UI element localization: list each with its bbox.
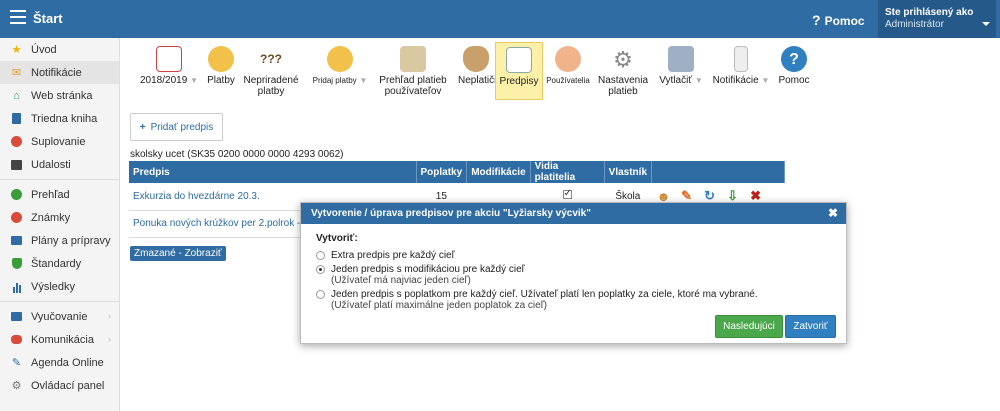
sidebar-item-triedna-kniha[interactable]: Triedna kniha — [0, 107, 119, 130]
help-icon: ? — [781, 46, 807, 72]
user-role: Administrátor — [885, 19, 944, 30]
add-predpis-button[interactable]: + Pridať predpis — [130, 113, 223, 141]
create-predpis-modal: Vytvorenie / úprava predpisov pre akciu … — [300, 202, 847, 344]
sidebar-item-ovladaci-panel[interactable]: ⚙ Ovládací panel — [0, 374, 119, 397]
sidebar-item-web-stranka[interactable]: ⌂ Web stránka — [0, 84, 119, 107]
toolbar-neplatici[interactable]: Neplatiči — [458, 42, 496, 100]
sidebar-item-vyucovanie[interactable]: Vyučovanie › — [0, 305, 119, 328]
plus-icon: + — [139, 121, 146, 133]
briefcase-icon — [10, 234, 23, 247]
dropdown-icon: ▼ — [694, 76, 703, 85]
visible-checkbox[interactable] — [562, 188, 572, 200]
globe-icon — [208, 46, 234, 72]
option-fee[interactable]: Jeden predpis s poplatkom pre každý cieľ… — [316, 289, 846, 311]
toolbar-pomoc[interactable]: ? Pomoc — [776, 42, 812, 100]
gear-icon: ⚙ — [613, 46, 633, 72]
gear-icon: ⚙ — [11, 380, 22, 392]
toolbar-prehlad-platieb[interactable]: Prehľad platieb používateľov — [370, 42, 456, 100]
help-icon: ? — [812, 12, 821, 28]
toolbar-pouzivatelia[interactable]: Používatelia — [546, 42, 590, 100]
dropdown-icon: ▼ — [761, 76, 770, 85]
toolbar-nepriradene-platby[interactable]: ??? Nepriradené platby — [242, 42, 300, 100]
sidebar-item-suplovanie[interactable]: Suplovanie — [0, 130, 119, 153]
person-icon — [10, 135, 23, 148]
toolbar-notifikacie[interactable]: Notifikácie ▼ — [710, 42, 772, 100]
sidebar-item-znamky[interactable]: Známky — [0, 206, 119, 229]
option-extra[interactable]: Extra predpis pre každý cieľ — [316, 250, 846, 261]
sidebar-item-uvod[interactable]: ★ Úvod — [0, 38, 119, 61]
chat-icon — [10, 333, 23, 346]
modal-body: Vytvoriť: Extra predpis pre každý cieľ J… — [301, 224, 846, 311]
modal-header: Vytvorenie / úprava predpisov pre akciu … — [301, 203, 846, 224]
sidebar-item-prehlad[interactable]: Prehľad — [0, 183, 119, 206]
star-icon: ★ — [11, 44, 22, 56]
modal-title: Vytvorenie / úprava predpisov pre akciu … — [311, 208, 591, 219]
toolbar-nastavenia-platieb[interactable]: ⚙ Nastavenia platieb — [596, 42, 650, 100]
sidebar-item-plany[interactable]: Plány a prípravy — [0, 229, 119, 252]
close-icon[interactable]: ✖ — [828, 206, 838, 220]
sidebar-item-komunikacia[interactable]: Komunikácia › — [0, 328, 119, 351]
menu-icon[interactable] — [10, 10, 26, 24]
chevron-right-icon: › — [108, 311, 111, 321]
toolbar-year-select[interactable]: 2018/2019 ▼ — [136, 42, 202, 100]
phone-icon — [734, 46, 748, 72]
radio-button[interactable] — [316, 251, 325, 260]
column-header[interactable]: Predpis — [129, 161, 417, 183]
pencil-icon: ✎ — [11, 357, 22, 369]
chevron-right-icon: › — [108, 334, 111, 344]
shield-check-icon — [10, 257, 23, 270]
sidebar-item-notifikacie[interactable]: ✉ Notifikácie — [0, 61, 119, 84]
table-header-row: Predpis Poplatky Modifikácie Vidia plati… — [129, 161, 786, 183]
top-bar: Štart ? Pomoc Ste prihlásený ako Administ… — [0, 0, 1000, 38]
book-icon — [10, 112, 23, 125]
help-link[interactable]: ? Pomoc — [812, 12, 865, 28]
grade-icon — [10, 211, 23, 224]
column-header[interactable]: Vlastník — [604, 161, 653, 183]
toolbar-platby[interactable]: Platby — [204, 42, 238, 100]
toolbar-predpisy[interactable]: Predpisy — [495, 42, 543, 100]
user-menu[interactable]: Ste prihlásený ako Administrátor — [878, 0, 996, 38]
column-header[interactable]: Vidia platitelia — [530, 161, 605, 183]
sidebar-item-standardy[interactable]: Štandardy — [0, 252, 119, 275]
calendar-icon — [10, 158, 23, 171]
field-label: Vytvoriť: — [316, 233, 358, 244]
radio-button[interactable] — [316, 265, 325, 274]
sidebar-item-udalosti[interactable]: Udalosti — [0, 153, 119, 176]
box-icon — [400, 46, 426, 72]
toolbar: 2018/2019 ▼ Platby ??? Nepriradené platb… — [128, 40, 992, 103]
app-title[interactable]: Štart — [33, 11, 63, 26]
sidebar-item-vysledky[interactable]: Výsledky — [0, 275, 119, 298]
deleted-show-button[interactable]: Zmazané - Zobraziť — [130, 246, 226, 261]
check-circle-icon — [10, 188, 23, 201]
user-label: Ste prihlásený ako — [885, 7, 974, 18]
column-header[interactable]: Modifikácie — [466, 161, 531, 183]
home-icon: ⌂ — [13, 89, 20, 102]
question-coins-icon: ??? — [260, 51, 282, 66]
printer-icon — [668, 46, 694, 72]
next-button[interactable]: Nasledujúci — [715, 315, 783, 338]
calendar-icon — [156, 46, 182, 72]
column-header[interactable]: Poplatky — [416, 161, 468, 183]
radio-button[interactable] — [316, 290, 325, 299]
bar-chart-icon — [10, 280, 23, 293]
option-modification[interactable]: Jeden predpis s modifikáciou pre každý c… — [316, 264, 846, 286]
envelope-icon: ✉ — [11, 67, 22, 79]
sidebar-divider — [0, 179, 119, 180]
column-header-actions — [651, 161, 786, 183]
users-icon — [555, 46, 581, 72]
globe-add-icon — [327, 46, 353, 72]
dropdown-icon: ▼ — [359, 76, 368, 85]
chevron-down-icon — [982, 22, 990, 26]
sidebar: ★ Úvod ✉ Notifikácie ⌂ Web stránka Triedna … — [0, 38, 120, 411]
sidebar-item-agenda-online[interactable]: ✎ Agenda Online — [0, 351, 119, 374]
dropdown-icon: ▼ — [190, 76, 198, 85]
money-bag-icon — [463, 46, 489, 72]
toolbar-pridaj-platby[interactable]: Pridaj platby ▼ — [312, 42, 368, 100]
account-label: skolsky ucet (SK35 0200 0000 0000 4293 0… — [130, 149, 344, 160]
close-button[interactable]: Zatvoriť — [785, 315, 836, 338]
briefcase-icon — [10, 310, 23, 323]
sidebar-divider — [0, 301, 119, 302]
document-icon — [506, 47, 532, 73]
toolbar-vytlacit[interactable]: Vytlačiť ▼ — [658, 42, 704, 100]
